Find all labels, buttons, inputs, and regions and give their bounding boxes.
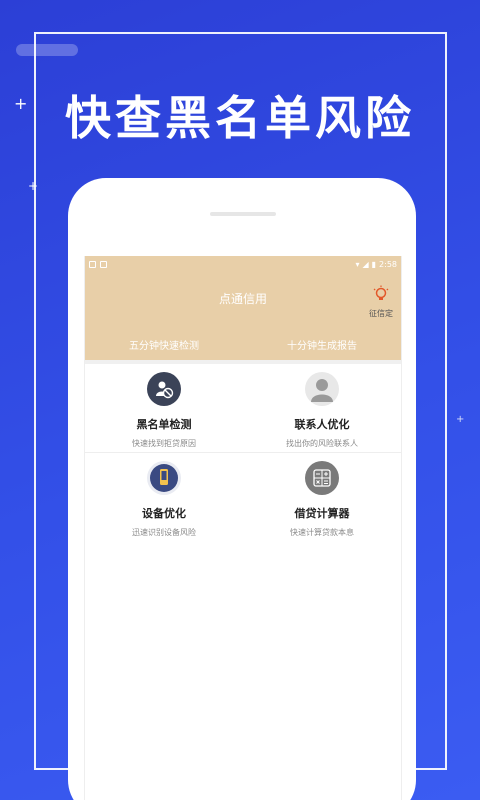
- tab-quick-check[interactable]: 五分钟快速检测: [85, 337, 243, 352]
- credit-check-label: 征信定: [369, 309, 393, 318]
- notification-icon: [89, 260, 96, 268]
- lightbulb-icon: [373, 285, 389, 300]
- status-bar: ▾ ◢ ▮ 2:58: [85, 256, 401, 272]
- feature-title: 黑名单检测: [136, 418, 192, 431]
- feature-blacklist-check[interactable]: 黑名单检测 快速找到拒贷原因: [85, 364, 243, 452]
- app-title: 点通信用: [218, 292, 267, 306]
- phone-speaker: [210, 212, 276, 216]
- tab-report[interactable]: 十分钟生成报告: [243, 337, 401, 352]
- feature-subtitle: 找出你的风险联系人: [286, 439, 358, 448]
- app-screen: ▾ ◢ ▮ 2:58 点通信用 征信定 五分钟快速检测 十分钟生成报告 黑名单检…: [84, 256, 402, 800]
- signal-icon: ◢: [362, 259, 369, 269]
- status-time: 2:58: [379, 259, 397, 269]
- feature-device-optimize[interactable]: 设备优化 迅速识别设备风险: [85, 453, 243, 541]
- app-header: 点通信用 征信定 五分钟快速检测 十分钟生成报告: [85, 272, 401, 360]
- feature-title: 借贷计算器: [294, 507, 350, 520]
- feature-loan-calculator[interactable]: 借贷计算器 快速计算贷款本息: [243, 453, 401, 541]
- blacklist-person-icon: [147, 372, 181, 406]
- sparkle-icon: +: [456, 414, 465, 425]
- feature-title: 设备优化: [142, 507, 186, 520]
- sparkle-icon: +: [28, 179, 39, 193]
- feature-subtitle: 迅速识别设备风险: [132, 528, 196, 537]
- wifi-icon: ▾: [355, 259, 360, 269]
- credit-check-button[interactable]: 征信定: [363, 285, 399, 319]
- feature-subtitle: 快速计算贷款本息: [290, 528, 354, 537]
- phone-device-icon: [147, 461, 181, 495]
- calculator-icon: [305, 461, 339, 495]
- battery-icon: ▮: [371, 259, 377, 269]
- feature-subtitle: 快速找到拒贷原因: [132, 439, 196, 448]
- contact-avatar-icon: [305, 372, 339, 406]
- feature-contact-optimize[interactable]: 联系人优化 找出你的风险联系人: [243, 364, 401, 452]
- promo-headline: 快查黑名单风险: [65, 91, 415, 145]
- notification-icon: [100, 260, 107, 268]
- feature-title: 联系人优化: [294, 418, 350, 431]
